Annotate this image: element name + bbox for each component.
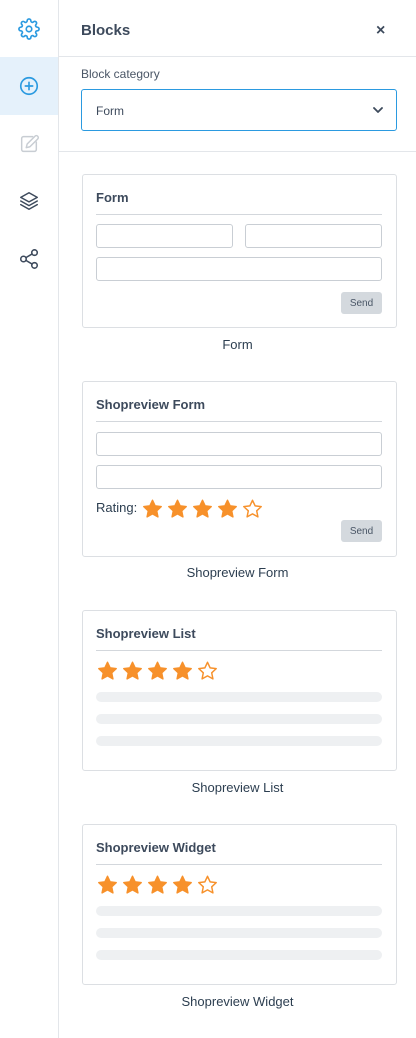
star-filled-icon <box>173 661 192 680</box>
block-preview-title: Shopreview Widget <box>96 840 216 855</box>
edit-icon <box>20 134 39 153</box>
icon-rail <box>0 0 59 1038</box>
edit-button[interactable] <box>0 115 58 173</box>
panel-header: Blocks × <box>59 0 416 57</box>
block-preview-title: Shopreview Form <box>96 397 206 412</box>
placeholder-line <box>96 906 382 916</box>
star-rating <box>141 498 264 520</box>
placeholder-line <box>96 950 382 960</box>
close-button[interactable]: × <box>376 23 385 39</box>
settings-button[interactable] <box>0 0 58 58</box>
star-filled-icon <box>98 875 117 894</box>
layers-button[interactable] <box>0 172 58 230</box>
preview-input <box>96 257 382 281</box>
block-preview-rule <box>96 214 382 215</box>
star-filled-icon <box>193 499 212 518</box>
star-filled-icon <box>218 499 237 518</box>
divider <box>59 151 416 152</box>
layers-icon <box>20 192 38 210</box>
block-caption-shopreview-list: Shopreview List <box>191 780 284 795</box>
gear-icon <box>18 18 40 40</box>
star-filled-icon <box>143 499 162 518</box>
block-card-form[interactable]: Form Send <box>82 174 397 328</box>
star-rating <box>96 874 219 896</box>
share-icon <box>19 249 39 269</box>
block-preview-title: Shopreview List <box>96 626 196 641</box>
preview-send-button: Send <box>341 520 382 542</box>
preview-input <box>96 465 382 489</box>
star-filled-icon <box>168 499 187 518</box>
placeholder-line <box>96 714 382 724</box>
star-filled-icon <box>98 661 117 680</box>
placeholder-line <box>96 928 382 938</box>
share-button[interactable] <box>0 230 58 288</box>
preview-send-button: Send <box>341 292 382 314</box>
rating-label: Rating: <box>96 500 138 515</box>
block-caption-shopreview-widget: Shopreview Widget <box>181 994 294 1009</box>
block-card-shopreview-widget[interactable]: Shopreview Widget <box>82 824 397 985</box>
star-filled-icon <box>148 661 167 680</box>
plus-circle-icon <box>19 76 39 96</box>
block-caption-form: Form <box>222 337 253 352</box>
star-filled-icon <box>148 875 167 894</box>
placeholder-line <box>96 736 382 746</box>
block-preview-rule <box>96 864 382 865</box>
star-empty-icon <box>198 875 217 894</box>
block-preview-rule <box>96 421 382 422</box>
block-preview-title: Form <box>96 190 129 205</box>
preview-input <box>96 432 382 456</box>
block-category-label: Block category <box>81 67 160 81</box>
block-category-select[interactable]: Form <box>81 89 397 131</box>
star-empty-icon <box>243 499 262 518</box>
panel-title: Blocks <box>81 22 131 39</box>
placeholder-line <box>96 692 382 702</box>
block-card-shopreview-form[interactable]: Shopreview Form Rating: Send <box>82 381 397 557</box>
star-filled-icon <box>173 875 192 894</box>
blocks-panel: Blocks × Block category Form Form Send F… <box>59 0 416 1038</box>
preview-input <box>245 224 382 248</box>
block-category-value: Form <box>96 104 124 118</box>
block-card-shopreview-list[interactable]: Shopreview List <box>82 610 397 771</box>
star-filled-icon <box>123 661 142 680</box>
star-rating <box>96 660 219 682</box>
block-caption-shopreview-form: Shopreview Form <box>186 565 289 580</box>
add-block-button[interactable] <box>0 57 58 115</box>
chevron-down-icon <box>373 107 383 113</box>
star-filled-icon <box>123 875 142 894</box>
block-preview-rule <box>96 650 382 651</box>
star-empty-icon <box>198 661 217 680</box>
preview-input <box>96 224 233 248</box>
